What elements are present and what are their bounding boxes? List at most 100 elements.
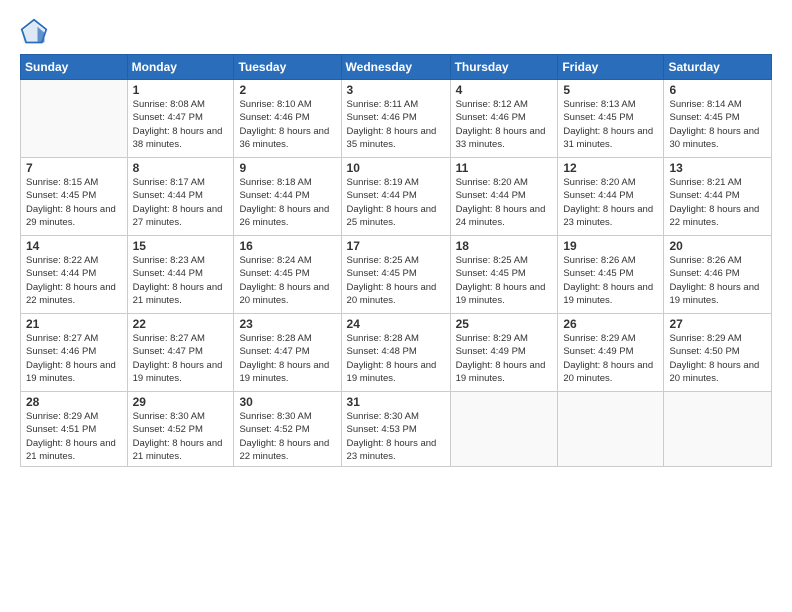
day-info: Sunrise: 8:11 AMSunset: 4:46 PMDaylight:… (347, 98, 445, 151)
day-info: Sunrise: 8:25 AMSunset: 4:45 PMDaylight:… (347, 254, 445, 307)
day-number: 5 (563, 83, 658, 97)
calendar-day-cell: 1Sunrise: 8:08 AMSunset: 4:47 PMDaylight… (127, 80, 234, 158)
day-number: 22 (133, 317, 229, 331)
calendar-day-cell: 19Sunrise: 8:26 AMSunset: 4:45 PMDayligh… (558, 236, 664, 314)
day-info: Sunrise: 8:24 AMSunset: 4:45 PMDaylight:… (239, 254, 335, 307)
day-info: Sunrise: 8:30 AMSunset: 4:52 PMDaylight:… (239, 410, 335, 463)
calendar-day-cell: 5Sunrise: 8:13 AMSunset: 4:45 PMDaylight… (558, 80, 664, 158)
day-number: 27 (669, 317, 766, 331)
calendar-day-cell: 3Sunrise: 8:11 AMSunset: 4:46 PMDaylight… (341, 80, 450, 158)
calendar-day-cell: 14Sunrise: 8:22 AMSunset: 4:44 PMDayligh… (21, 236, 128, 314)
calendar-day-cell: 16Sunrise: 8:24 AMSunset: 4:45 PMDayligh… (234, 236, 341, 314)
day-number: 17 (347, 239, 445, 253)
day-number: 7 (26, 161, 122, 175)
calendar-header-wednesday: Wednesday (341, 55, 450, 80)
day-info: Sunrise: 8:14 AMSunset: 4:45 PMDaylight:… (669, 98, 766, 151)
calendar-day-cell: 17Sunrise: 8:25 AMSunset: 4:45 PMDayligh… (341, 236, 450, 314)
day-info: Sunrise: 8:15 AMSunset: 4:45 PMDaylight:… (26, 176, 122, 229)
calendar-day-cell: 9Sunrise: 8:18 AMSunset: 4:44 PMDaylight… (234, 158, 341, 236)
calendar-day-cell: 22Sunrise: 8:27 AMSunset: 4:47 PMDayligh… (127, 314, 234, 392)
calendar-day-cell (21, 80, 128, 158)
calendar-day-cell: 18Sunrise: 8:25 AMSunset: 4:45 PMDayligh… (450, 236, 558, 314)
calendar-day-cell (558, 392, 664, 467)
day-info: Sunrise: 8:25 AMSunset: 4:45 PMDaylight:… (456, 254, 553, 307)
day-info: Sunrise: 8:08 AMSunset: 4:47 PMDaylight:… (133, 98, 229, 151)
day-info: Sunrise: 8:22 AMSunset: 4:44 PMDaylight:… (26, 254, 122, 307)
calendar-day-cell: 15Sunrise: 8:23 AMSunset: 4:44 PMDayligh… (127, 236, 234, 314)
day-number: 31 (347, 395, 445, 409)
calendar-header-saturday: Saturday (664, 55, 772, 80)
calendar-day-cell: 12Sunrise: 8:20 AMSunset: 4:44 PMDayligh… (558, 158, 664, 236)
day-number: 8 (133, 161, 229, 175)
calendar-day-cell: 21Sunrise: 8:27 AMSunset: 4:46 PMDayligh… (21, 314, 128, 392)
calendar-week-row: 21Sunrise: 8:27 AMSunset: 4:46 PMDayligh… (21, 314, 772, 392)
day-number: 9 (239, 161, 335, 175)
calendar-day-cell: 10Sunrise: 8:19 AMSunset: 4:44 PMDayligh… (341, 158, 450, 236)
day-number: 12 (563, 161, 658, 175)
calendar-day-cell: 13Sunrise: 8:21 AMSunset: 4:44 PMDayligh… (664, 158, 772, 236)
day-info: Sunrise: 8:30 AMSunset: 4:52 PMDaylight:… (133, 410, 229, 463)
day-number: 23 (239, 317, 335, 331)
calendar-table: SundayMondayTuesdayWednesdayThursdayFrid… (20, 54, 772, 467)
day-number: 16 (239, 239, 335, 253)
calendar-header-monday: Monday (127, 55, 234, 80)
day-number: 2 (239, 83, 335, 97)
day-info: Sunrise: 8:17 AMSunset: 4:44 PMDaylight:… (133, 176, 229, 229)
day-info: Sunrise: 8:20 AMSunset: 4:44 PMDaylight:… (456, 176, 553, 229)
day-info: Sunrise: 8:29 AMSunset: 4:51 PMDaylight:… (26, 410, 122, 463)
day-info: Sunrise: 8:29 AMSunset: 4:49 PMDaylight:… (456, 332, 553, 385)
day-number: 29 (133, 395, 229, 409)
day-info: Sunrise: 8:21 AMSunset: 4:44 PMDaylight:… (669, 176, 766, 229)
day-number: 13 (669, 161, 766, 175)
calendar-day-cell: 11Sunrise: 8:20 AMSunset: 4:44 PMDayligh… (450, 158, 558, 236)
logo-icon (20, 18, 48, 46)
calendar-day-cell: 4Sunrise: 8:12 AMSunset: 4:46 PMDaylight… (450, 80, 558, 158)
day-info: Sunrise: 8:18 AMSunset: 4:44 PMDaylight:… (239, 176, 335, 229)
day-number: 14 (26, 239, 122, 253)
day-info: Sunrise: 8:12 AMSunset: 4:46 PMDaylight:… (456, 98, 553, 151)
logo (20, 18, 52, 46)
day-info: Sunrise: 8:30 AMSunset: 4:53 PMDaylight:… (347, 410, 445, 463)
calendar-week-row: 7Sunrise: 8:15 AMSunset: 4:45 PMDaylight… (21, 158, 772, 236)
calendar-header-friday: Friday (558, 55, 664, 80)
day-number: 21 (26, 317, 122, 331)
day-number: 24 (347, 317, 445, 331)
day-number: 30 (239, 395, 335, 409)
calendar-day-cell: 20Sunrise: 8:26 AMSunset: 4:46 PMDayligh… (664, 236, 772, 314)
day-info: Sunrise: 8:27 AMSunset: 4:47 PMDaylight:… (133, 332, 229, 385)
calendar-header-thursday: Thursday (450, 55, 558, 80)
calendar-day-cell (664, 392, 772, 467)
calendar-day-cell: 29Sunrise: 8:30 AMSunset: 4:52 PMDayligh… (127, 392, 234, 467)
calendar-week-row: 1Sunrise: 8:08 AMSunset: 4:47 PMDaylight… (21, 80, 772, 158)
day-number: 6 (669, 83, 766, 97)
calendar-header-row: SundayMondayTuesdayWednesdayThursdayFrid… (21, 55, 772, 80)
day-number: 1 (133, 83, 229, 97)
calendar-day-cell: 31Sunrise: 8:30 AMSunset: 4:53 PMDayligh… (341, 392, 450, 467)
calendar-header-tuesday: Tuesday (234, 55, 341, 80)
header (20, 18, 772, 46)
day-number: 18 (456, 239, 553, 253)
day-number: 15 (133, 239, 229, 253)
page: SundayMondayTuesdayWednesdayThursdayFrid… (0, 0, 792, 612)
calendar-day-cell: 26Sunrise: 8:29 AMSunset: 4:49 PMDayligh… (558, 314, 664, 392)
calendar-week-row: 14Sunrise: 8:22 AMSunset: 4:44 PMDayligh… (21, 236, 772, 314)
day-info: Sunrise: 8:29 AMSunset: 4:50 PMDaylight:… (669, 332, 766, 385)
day-info: Sunrise: 8:26 AMSunset: 4:45 PMDaylight:… (563, 254, 658, 307)
calendar-day-cell: 23Sunrise: 8:28 AMSunset: 4:47 PMDayligh… (234, 314, 341, 392)
day-number: 20 (669, 239, 766, 253)
calendar-day-cell: 7Sunrise: 8:15 AMSunset: 4:45 PMDaylight… (21, 158, 128, 236)
day-number: 10 (347, 161, 445, 175)
calendar-day-cell: 27Sunrise: 8:29 AMSunset: 4:50 PMDayligh… (664, 314, 772, 392)
calendar-day-cell: 30Sunrise: 8:30 AMSunset: 4:52 PMDayligh… (234, 392, 341, 467)
day-number: 4 (456, 83, 553, 97)
day-number: 3 (347, 83, 445, 97)
day-info: Sunrise: 8:28 AMSunset: 4:47 PMDaylight:… (239, 332, 335, 385)
day-number: 11 (456, 161, 553, 175)
day-number: 26 (563, 317, 658, 331)
calendar-week-row: 28Sunrise: 8:29 AMSunset: 4:51 PMDayligh… (21, 392, 772, 467)
calendar-header-sunday: Sunday (21, 55, 128, 80)
calendar-day-cell: 2Sunrise: 8:10 AMSunset: 4:46 PMDaylight… (234, 80, 341, 158)
calendar-day-cell (450, 392, 558, 467)
day-number: 19 (563, 239, 658, 253)
calendar-day-cell: 8Sunrise: 8:17 AMSunset: 4:44 PMDaylight… (127, 158, 234, 236)
